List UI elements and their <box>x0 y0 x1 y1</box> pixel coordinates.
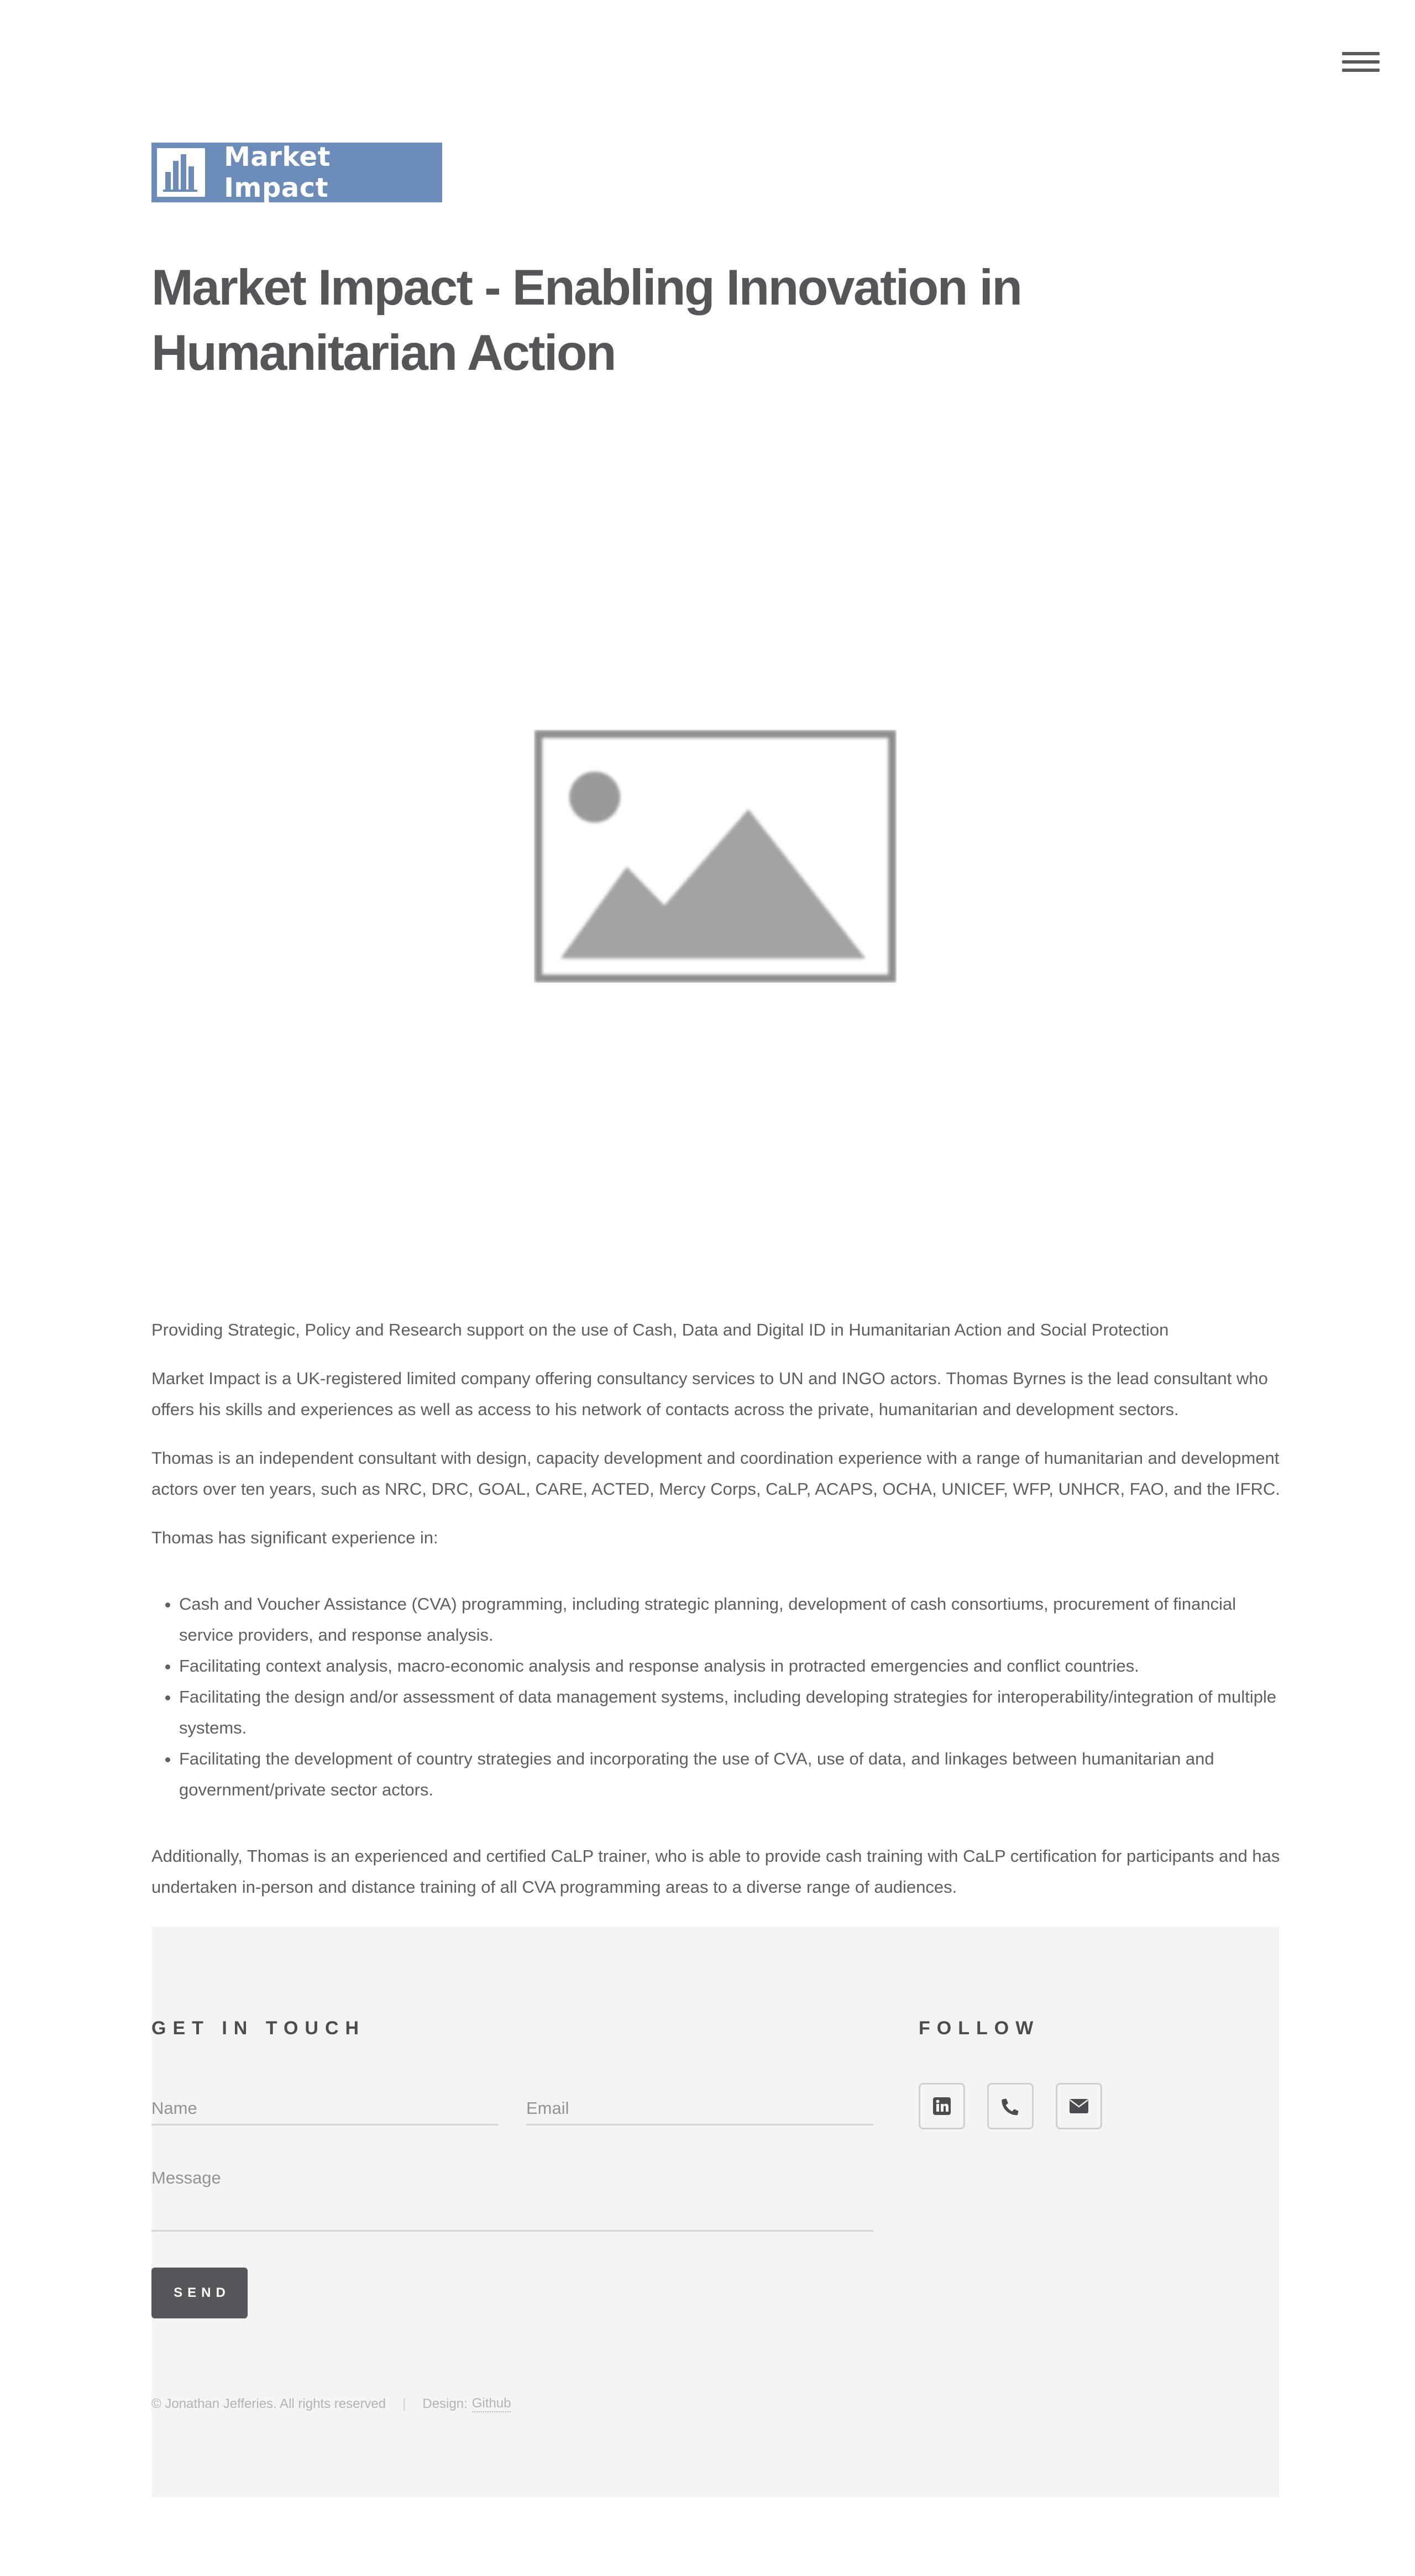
main-content: Providing Strategic, Policy and Research… <box>151 1315 1282 1920</box>
email-input[interactable] <box>526 2098 873 2118</box>
bar-chart-logo-icon <box>155 146 208 199</box>
page-title: Market Impact - Enabling Innovation in H… <box>151 260 1023 381</box>
experience-intro: Thomas has significant experience in: <box>151 1528 438 1547</box>
email-field-wrap <box>526 2098 873 2125</box>
menu-line <box>1342 52 1380 55</box>
image-placeholder-icon <box>534 730 897 983</box>
name-input[interactable] <box>151 2098 499 2118</box>
list-item: Facilitating the development of country … <box>179 1743 1282 1805</box>
hamburger-menu-icon[interactable] <box>1342 49 1380 75</box>
consultant-paragraph: Thomas is an independent consultant with… <box>151 1448 1280 1499</box>
contact-heading: GET IN TOUCH <box>151 2018 366 2039</box>
copyright-line: © Jonathan Jefferies. All rights reserve… <box>151 2396 511 2412</box>
copyright-text: © Jonathan Jefferies. All rights reserve… <box>151 2396 386 2411</box>
phone-icon <box>1002 2098 1019 2116</box>
experience-list: Cash and Voucher Assistance (CVA) progra… <box>151 1589 1282 1805</box>
list-item: Cash and Voucher Assistance (CVA) progra… <box>179 1589 1282 1651</box>
closing-paragraph: Additionally, Thomas is an experienced a… <box>151 1846 1280 1897</box>
send-button[interactable]: SEND <box>151 2268 248 2318</box>
menu-line <box>1342 69 1380 72</box>
design-label: Design: <box>422 2396 468 2411</box>
site-logo[interactable]: Market Impact <box>151 142 442 203</box>
logo-text: Market Impact <box>224 142 331 203</box>
phone-button[interactable] <box>987 2083 1034 2129</box>
list-item: Facilitating context analysis, macro-eco… <box>179 1651 1282 1682</box>
message-input[interactable] <box>151 2168 873 2223</box>
list-item: Facilitating the design and/or assessmen… <box>179 1682 1282 1743</box>
footer: GET IN TOUCH SEND FOLLOW © Jonathan Jeff… <box>151 1927 1279 2498</box>
envelope-icon <box>1070 2099 1088 2113</box>
linkedin-button[interactable] <box>919 2083 965 2129</box>
linkedin-icon <box>933 2097 951 2115</box>
message-field-wrap <box>151 2168 873 2232</box>
intro-text: Providing Strategic, Policy and Research… <box>151 1320 1169 1339</box>
follow-heading: FOLLOW <box>919 2018 1040 2039</box>
github-link[interactable]: Github <box>471 2396 511 2412</box>
separator: | <box>402 2396 406 2411</box>
email-button[interactable] <box>1056 2083 1102 2129</box>
menu-line <box>1342 60 1380 64</box>
name-field-wrap <box>151 2098 499 2125</box>
company-paragraph: Market Impact is a UK-registered limited… <box>151 1369 1268 1419</box>
